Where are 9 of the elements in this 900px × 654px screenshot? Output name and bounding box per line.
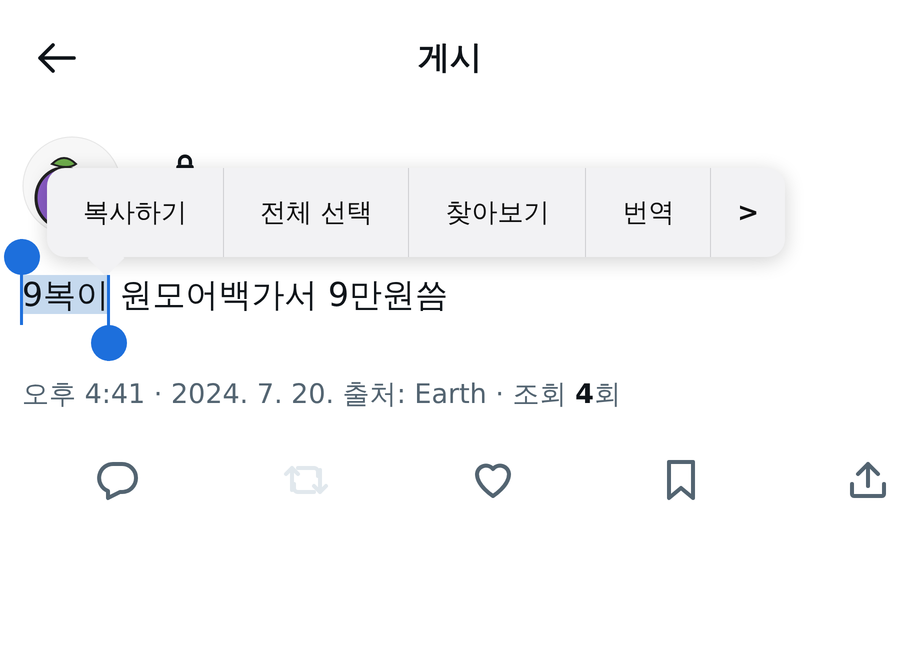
- post-meta: 오후 4:41 · 2024. 7. 20. 출처: Earth · 조회 4회: [22, 378, 622, 412]
- menu-item[interactable]: 번역: [586, 168, 712, 257]
- menu-item[interactable]: 찾아보기: [409, 168, 586, 257]
- page-title: 게시: [417, 37, 483, 78]
- back-arrow-icon[interactable]: [36, 42, 76, 74]
- selected-text: 9복이: [22, 275, 109, 314]
- more-button[interactable]: >: [711, 168, 786, 257]
- menu-item[interactable]: 전체 선택: [224, 168, 410, 257]
- unselected-text: 원모어백가서 9만원씀: [118, 275, 448, 314]
